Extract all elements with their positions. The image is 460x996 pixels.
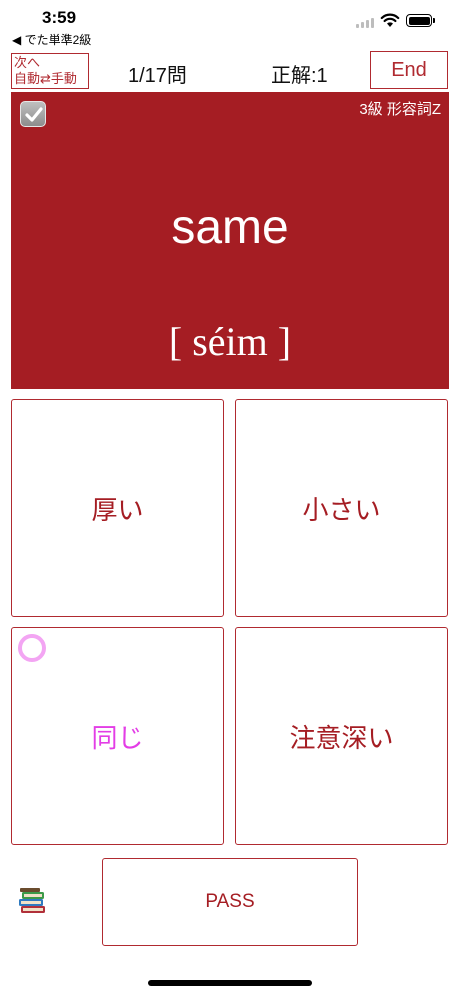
correct-count: 正解:1: [271, 65, 328, 87]
wifi-icon: [380, 13, 400, 27]
word-card: 3級 形容詞Z same [ séim ]: [11, 92, 449, 389]
answer-label: 小さい: [302, 494, 381, 525]
answer-choice-1[interactable]: 厚い: [11, 399, 224, 617]
cellular-signal-icon: [356, 18, 374, 28]
correct-circle-icon: [18, 634, 46, 662]
home-indicator[interactable]: [148, 980, 312, 986]
books-icon[interactable]: [18, 887, 48, 915]
pronunciation: [ séim ]: [168, 319, 292, 364]
answer-label: 厚い: [91, 494, 144, 525]
answer-choice-3[interactable]: 同じ: [11, 627, 224, 845]
end-button[interactable]: End: [370, 51, 448, 89]
battery-icon: [406, 14, 435, 27]
answer-choice-2[interactable]: 小さい: [235, 399, 448, 617]
next-label: 次へ: [14, 55, 41, 70]
back-to-app-link[interactable]: ◀ でた単準2級: [12, 31, 91, 48]
vocabulary-word: same: [171, 201, 289, 254]
question-counter: 1/17問: [128, 65, 187, 87]
status-time: 3:59: [42, 8, 77, 27]
status-bar: 3:59 ◀ でた単準2級: [0, 0, 460, 48]
level-label: 3級 形容詞Z: [359, 101, 441, 118]
checkmark-icon[interactable]: [20, 101, 46, 127]
next-mode-toggle-button[interactable]: 次へ 自動⇄手動: [11, 53, 89, 89]
answer-choice-4[interactable]: 注意深い: [235, 627, 448, 845]
answer-label: 注意深い: [289, 722, 394, 753]
mode-label: 自動⇄手動: [14, 71, 77, 86]
answer-label: 同じ: [91, 722, 144, 753]
pass-button[interactable]: PASS: [102, 858, 358, 946]
